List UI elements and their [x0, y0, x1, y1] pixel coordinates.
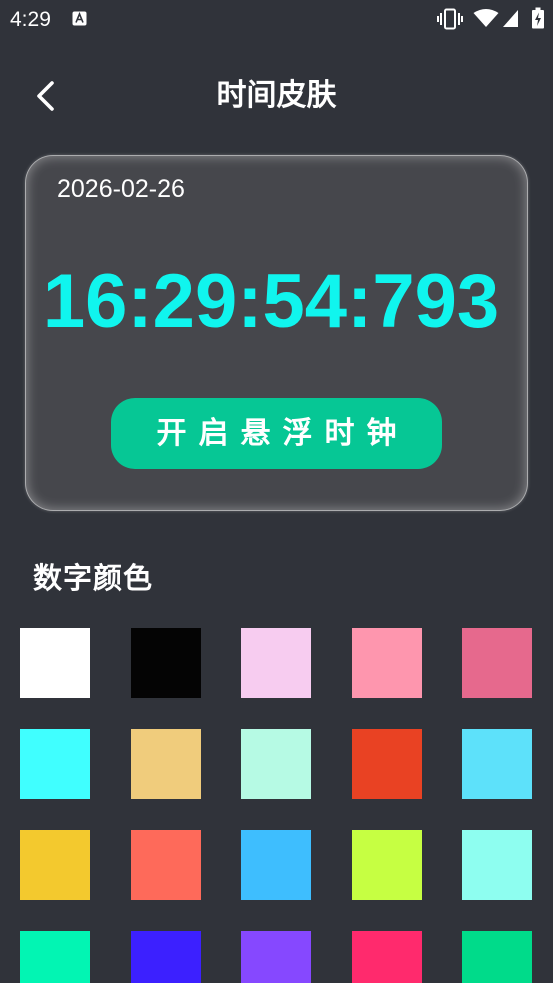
color-swatch[interactable]	[20, 729, 90, 799]
clock-preview-card: 2026-02-26 16:29:54:793 开启悬浮时钟	[25, 155, 528, 511]
color-swatch-grid	[20, 628, 532, 983]
signal-icon	[503, 10, 518, 27]
enable-floating-clock-button[interactable]: 开启悬浮时钟	[111, 398, 442, 469]
color-swatch[interactable]	[351, 628, 422, 698]
color-swatch[interactable]	[130, 628, 201, 698]
color-swatch[interactable]	[351, 830, 422, 900]
color-swatch[interactable]	[130, 830, 201, 900]
wifi-icon	[473, 9, 499, 27]
status-time: 4:29	[10, 8, 51, 31]
color-swatch[interactable]	[462, 729, 532, 799]
color-swatch[interactable]	[462, 931, 532, 983]
color-swatch[interactable]	[241, 729, 311, 799]
font-a-notification-icon	[72, 11, 87, 26]
clock-date: 2026-02-26	[57, 175, 185, 203]
color-swatch[interactable]	[130, 729, 201, 799]
color-swatch[interactable]	[130, 931, 201, 983]
vibrate-icon	[437, 8, 463, 30]
color-swatch[interactable]	[241, 628, 311, 698]
page-title: 时间皮肤	[216, 79, 337, 112]
color-swatch[interactable]	[462, 830, 532, 900]
digit-color-section-title: 数字颜色	[33, 563, 154, 595]
color-swatch[interactable]	[241, 830, 311, 900]
color-swatch[interactable]	[351, 931, 422, 983]
color-swatch[interactable]	[20, 628, 90, 698]
floating-clock-button-label: 开启悬浮时钟	[156, 416, 409, 450]
color-swatch[interactable]	[241, 931, 311, 983]
clock-time: 16:29:54:793	[42, 259, 500, 344]
color-swatch[interactable]	[462, 628, 532, 698]
battery-charging-icon	[532, 7, 544, 29]
color-swatch[interactable]	[20, 931, 90, 983]
status-bar: 4:29	[0, 0, 553, 38]
color-swatch[interactable]	[351, 729, 422, 799]
color-swatch[interactable]	[20, 830, 90, 900]
